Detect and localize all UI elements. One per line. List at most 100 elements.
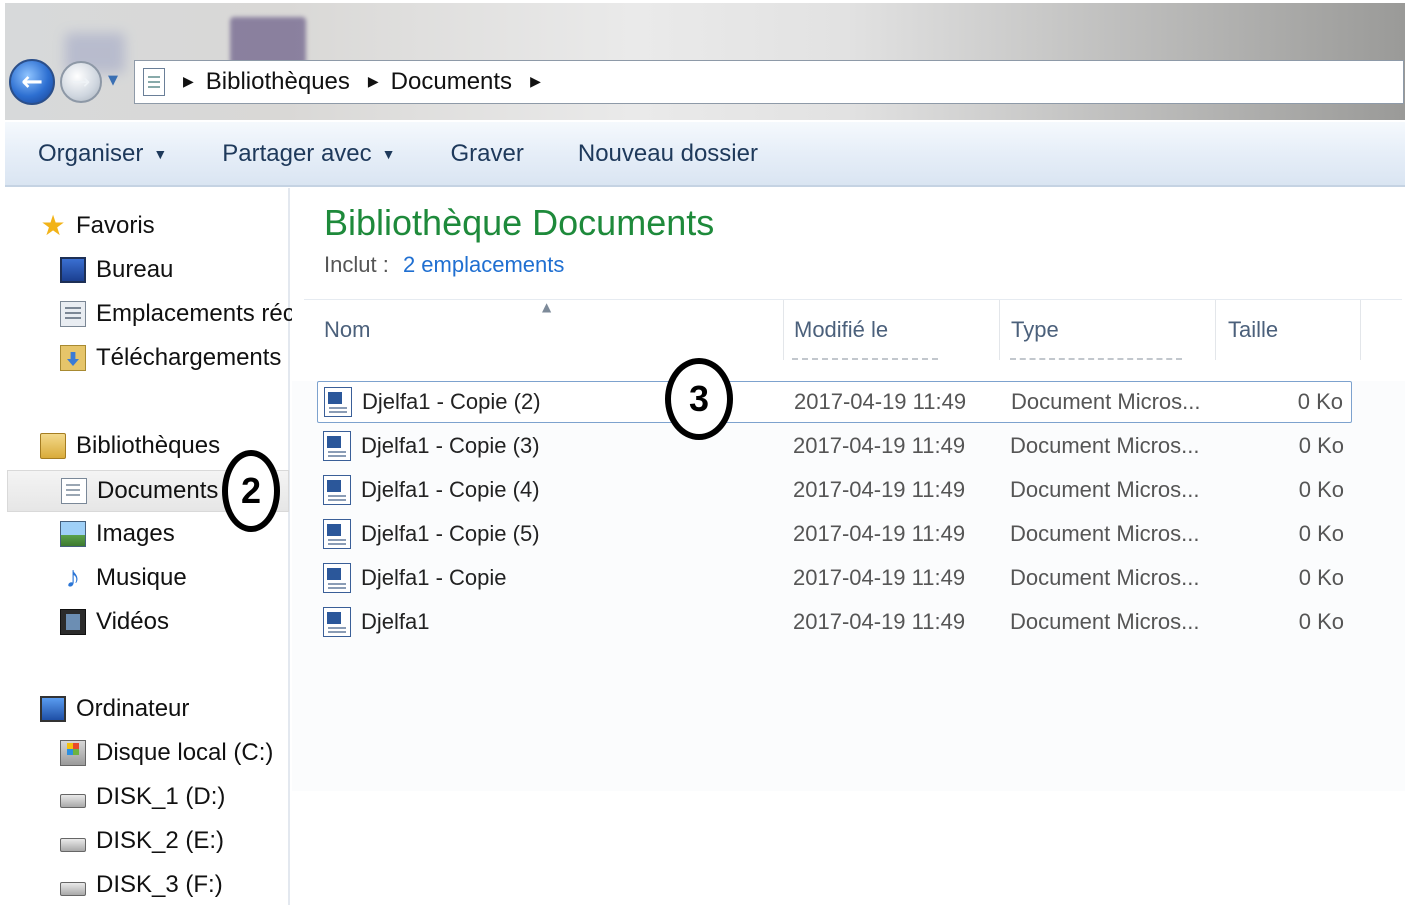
background-window-glimpse (230, 17, 306, 65)
chevron-down-icon: ▼ (381, 145, 396, 162)
column-header-name[interactable]: Nom (304, 300, 784, 360)
nav-item-downloads[interactable]: Téléchargements (60, 344, 281, 372)
file-date: 2017-04-19 11:49 (793, 565, 966, 590)
column-header-modified[interactable]: Modifié le (784, 300, 1000, 360)
nav-item-drive-c[interactable]: Disque local (C:) (60, 739, 273, 767)
nav-item-videos[interactable]: Vidéos (60, 608, 169, 636)
library-page-icon (143, 68, 165, 96)
nav-label: Téléchargements (96, 344, 282, 371)
file-row[interactable]: Djelfa1 - Copie (3) 2017-04-19 11:49 Doc… (317, 425, 1352, 467)
organise-menu-button[interactable]: Organiser ▼ (38, 140, 167, 168)
column-header-size[interactable]: Taille (1216, 300, 1361, 360)
file-type: Document Micros... (1011, 389, 1201, 414)
arrow-right-icon: → (71, 69, 91, 95)
new-folder-label: Nouveau dossier (577, 139, 758, 167)
library-folder-icon (40, 433, 66, 459)
library-includes: Inclut : 2 emplacements (324, 252, 564, 278)
nav-label: Vidéos (96, 608, 169, 635)
file-type: Document Micros... (1010, 565, 1200, 590)
nav-item-images[interactable]: Images (60, 520, 175, 548)
nav-label: Emplacements récer (96, 300, 317, 327)
organise-label: Organiser (38, 139, 144, 167)
nav-label: Disque local (C:) (96, 739, 274, 766)
navigation-pane: ★ Favoris Bureau Emplacements récer Télé… (5, 188, 316, 905)
nav-label: DISK_2 (E:) (96, 827, 225, 854)
column-header-type[interactable]: Type (1000, 300, 1216, 360)
file-date: 2017-04-19 11:49 (793, 477, 966, 502)
callout-badge-3: 3 (665, 358, 733, 440)
file-name: Djelfa1 (361, 609, 430, 634)
music-note-icon: ♪ (65, 561, 81, 594)
hard-drive-icon (60, 794, 86, 808)
column-label: Type (1011, 317, 1059, 342)
nav-item-desktop[interactable]: Bureau (60, 256, 173, 284)
file-size: 0 Ko (1298, 521, 1344, 546)
file-date: 2017-04-19 11:49 (793, 433, 966, 458)
chevron-right-icon[interactable]: ▶ (183, 74, 194, 90)
file-row[interactable]: Djelfa1 - Copie (5) 2017-04-19 11:49 Doc… (317, 513, 1352, 555)
includes-label: Inclut : (324, 252, 389, 277)
file-date: 2017-04-19 11:49 (793, 521, 966, 546)
nav-item-drive-e[interactable]: DISK_2 (E:) (60, 827, 224, 855)
file-size: 0 Ko (1298, 565, 1344, 590)
word-document-icon (323, 607, 351, 637)
nav-item-drive-f[interactable]: DISK_3 (F:) (60, 871, 223, 899)
nav-label: DISK_3 (F:) (96, 871, 223, 898)
share-label: Partager avec (222, 139, 372, 167)
nav-label: Favoris (76, 212, 155, 239)
nav-item-recent-places[interactable]: Emplacements récer (60, 300, 316, 328)
nav-libraries[interactable]: Bibliothèques (40, 432, 220, 460)
word-document-icon (323, 519, 351, 549)
burn-button[interactable]: Graver (451, 140, 524, 168)
word-document-icon (323, 563, 351, 593)
new-folder-button[interactable]: Nouveau dossier (578, 140, 758, 168)
file-row[interactable]: Djelfa1 - Copie (4) 2017-04-19 11:49 Doc… (317, 469, 1352, 511)
back-button[interactable]: ← (9, 59, 55, 105)
locations-link[interactable]: 2 emplacements (403, 252, 564, 277)
nav-item-drive-d[interactable]: DISK_1 (D:) (60, 783, 225, 811)
column-label: Nom (324, 317, 371, 342)
file-row[interactable]: Djelfa1 - Copie 2017-04-19 11:49 Documen… (317, 557, 1352, 599)
file-type: Document Micros... (1010, 477, 1200, 502)
pictures-icon (60, 521, 86, 547)
system-drive-icon (60, 740, 86, 766)
address-bar[interactable]: ▶ Bibliothèques ▶ Documents ▶ (134, 60, 1404, 104)
file-size: 0 Ko (1297, 389, 1343, 414)
word-document-icon (323, 431, 351, 461)
file-name: Djelfa1 - Copie (5) (361, 521, 540, 546)
breadcrumb-libraries[interactable]: Bibliothèques (206, 68, 350, 96)
breadcrumb-documents[interactable]: Documents (391, 68, 512, 96)
file-type: Document Micros... (1010, 521, 1200, 546)
downloads-folder-icon (60, 345, 86, 371)
chevron-right-icon[interactable]: ▶ (530, 74, 541, 90)
nav-label: Bureau (96, 256, 174, 283)
command-bar: Organiser ▼ Partager avec ▼ Graver Nouve… (5, 121, 1405, 187)
file-size: 0 Ko (1298, 477, 1344, 502)
file-type: Document Micros... (1010, 609, 1200, 634)
nav-item-music[interactable]: ♪ Musique (60, 561, 187, 594)
share-menu-button[interactable]: Partager avec ▼ (222, 140, 395, 168)
recent-pages-dropdown[interactable]: ▼ (108, 73, 118, 88)
file-date: 2017-04-19 11:49 (793, 609, 966, 634)
file-row[interactable]: Djelfa1 - Copie (2) 2017-04-19 11:49 Doc… (317, 381, 1352, 423)
file-row[interactable]: Djelfa1 2017-04-19 11:49 Document Micros… (317, 601, 1352, 643)
film-strip-icon (60, 609, 86, 635)
recent-places-icon (60, 301, 86, 327)
file-name: Djelfa1 - Copie (3) (361, 433, 540, 458)
forward-button[interactable]: → (60, 61, 102, 103)
file-name: Djelfa1 - Copie (2) (362, 389, 541, 414)
column-label: Modifié le (794, 317, 889, 342)
nav-computer[interactable]: Ordinateur (40, 695, 189, 723)
star-icon: ★ (40, 210, 66, 241)
nav-favorites[interactable]: ★ Favoris (40, 210, 155, 241)
documents-icon (61, 478, 87, 504)
word-document-icon (323, 475, 351, 505)
nav-label: DISK_1 (D:) (96, 783, 226, 810)
chevron-down-icon: ▼ (153, 145, 168, 162)
nav-label: Images (96, 520, 175, 547)
hard-drive-icon (60, 882, 86, 896)
content-pane: Bibliothèque Documents Inclut : 2 emplac… (292, 188, 1405, 905)
file-name: Djelfa1 - Copie (361, 565, 507, 590)
chevron-right-icon[interactable]: ▶ (368, 74, 379, 90)
nav-label: Documents (97, 477, 219, 504)
